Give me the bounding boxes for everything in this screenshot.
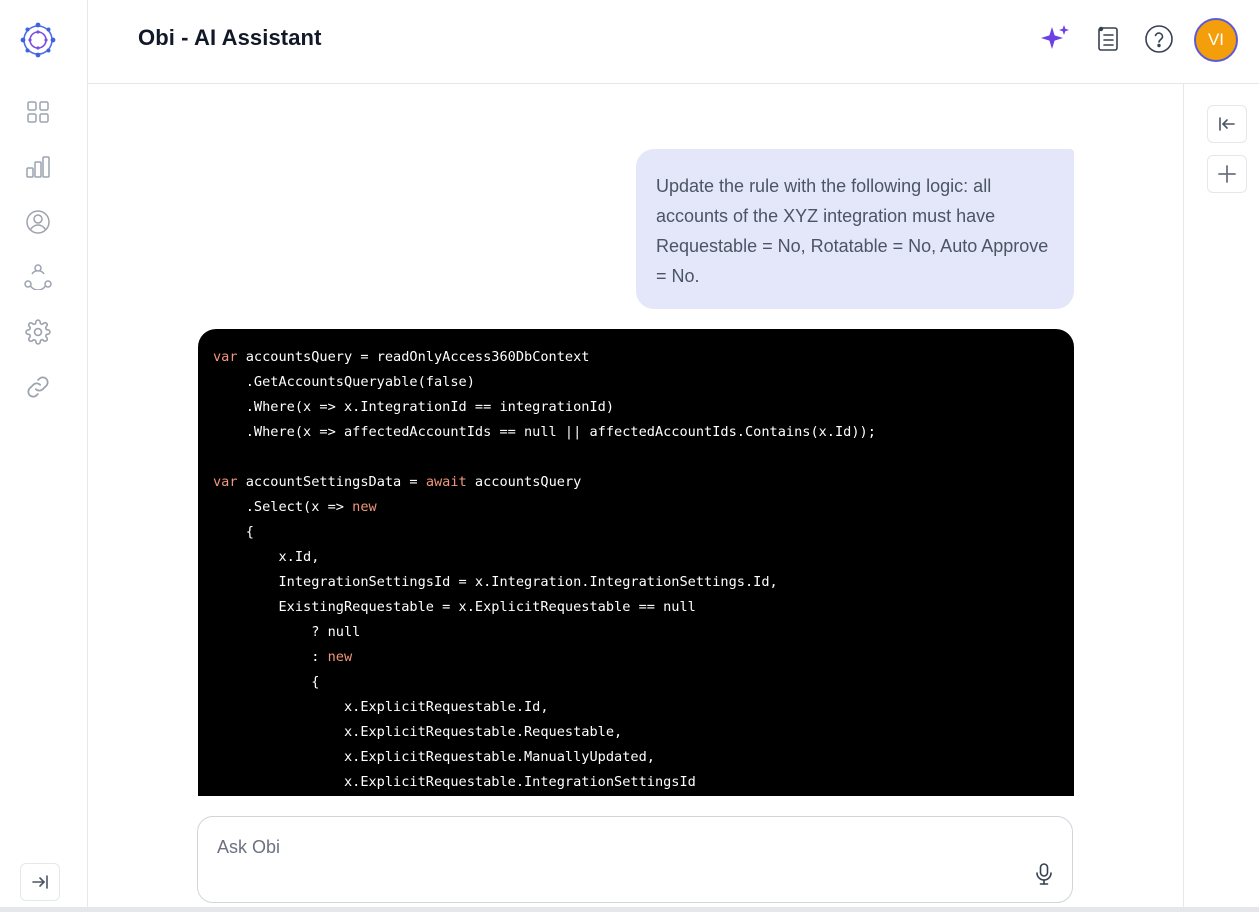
right-panel [1183,84,1259,912]
page-title: Obi - AI Assistant [138,25,322,50]
code-line: var accountSettingsData = await accounts… [213,474,582,490]
sidebar-item-integrations[interactable] [24,373,52,401]
code-line: var accountsQuery = readOnlyAccess360DbC… [213,349,590,365]
sidebar-item-network[interactable] [24,263,52,291]
code-line: { [213,674,320,690]
expand-sidebar-icon [32,875,48,889]
top-header: Obi - AI Assistant VI [88,0,1259,84]
plus-icon [1218,165,1236,183]
notes-button[interactable] [1091,22,1125,56]
collapse-panel-icon [1219,117,1235,131]
code-line: ? null [213,624,361,640]
code-line: x.Id, [213,549,320,565]
user-message-text: Update the rule with the following logic… [656,176,1049,286]
code-line: : new [213,649,353,665]
code-line: .Select(x => new [213,499,377,515]
code-line: .Where(x => x.IntegrationId == integrati… [213,399,615,415]
help-icon [1145,25,1173,53]
code-line: { [213,524,254,540]
sidebar-item-analytics[interactable] [24,153,52,181]
code-line: IntegrationSettingsId = x.Integration.In… [213,574,778,590]
sidebar-item-users[interactable] [24,208,52,236]
bottom-divider [0,907,1259,912]
collapse-panel-button[interactable] [1207,105,1247,143]
network-icon [24,264,52,290]
avatar[interactable]: VI [1194,18,1238,62]
settings-icon [25,319,51,345]
code-content: var accountsQuery = readOnlyAccess360DbC… [213,345,1059,795]
notes-list-icon [1098,26,1118,51]
bar-chart-icon [26,156,50,178]
code-line: x.ExplicitRequestable.IntegrationSetting… [213,774,696,790]
code-line: .Where(x => affectedAccountIds == null |… [213,424,876,440]
help-button[interactable] [1142,22,1176,56]
code-line: x.ExplicitRequestable.ManuallyUpdated, [213,749,655,765]
user-message-bubble: Update the rule with the following logic… [636,149,1074,309]
grid-icon [27,101,49,123]
user-icon [26,210,50,234]
new-chat-button[interactable] [1207,155,1247,193]
code-line: x.ExplicitRequestable.Requestable, [213,724,623,740]
sidebar-item-dashboard[interactable] [24,98,52,126]
sparkle-icon [1041,25,1069,49]
code-line: x.ExplicitRequestable.Id, [213,699,549,715]
ai-sparkle-button[interactable] [1038,22,1072,56]
ask-obi-input[interactable] [217,837,997,858]
microphone-button[interactable] [1032,861,1056,887]
app-root: Obi - AI Assistant VI Update the rule wi… [0,0,1259,912]
link-icon [27,376,49,398]
microphone-icon [1036,863,1052,885]
sidebar-item-settings[interactable] [24,318,52,346]
assistant-code-block: var accountsQuery = readOnlyAccess360DbC… [198,329,1074,796]
left-sidebar [0,0,88,912]
obi-logo-icon[interactable] [18,20,58,60]
ask-obi-box [197,816,1073,903]
expand-sidebar-button[interactable] [20,863,60,901]
code-line: .GetAccountsQueryable(false) [213,374,475,390]
code-line: ExistingRequestable = x.ExplicitRequesta… [213,599,696,615]
